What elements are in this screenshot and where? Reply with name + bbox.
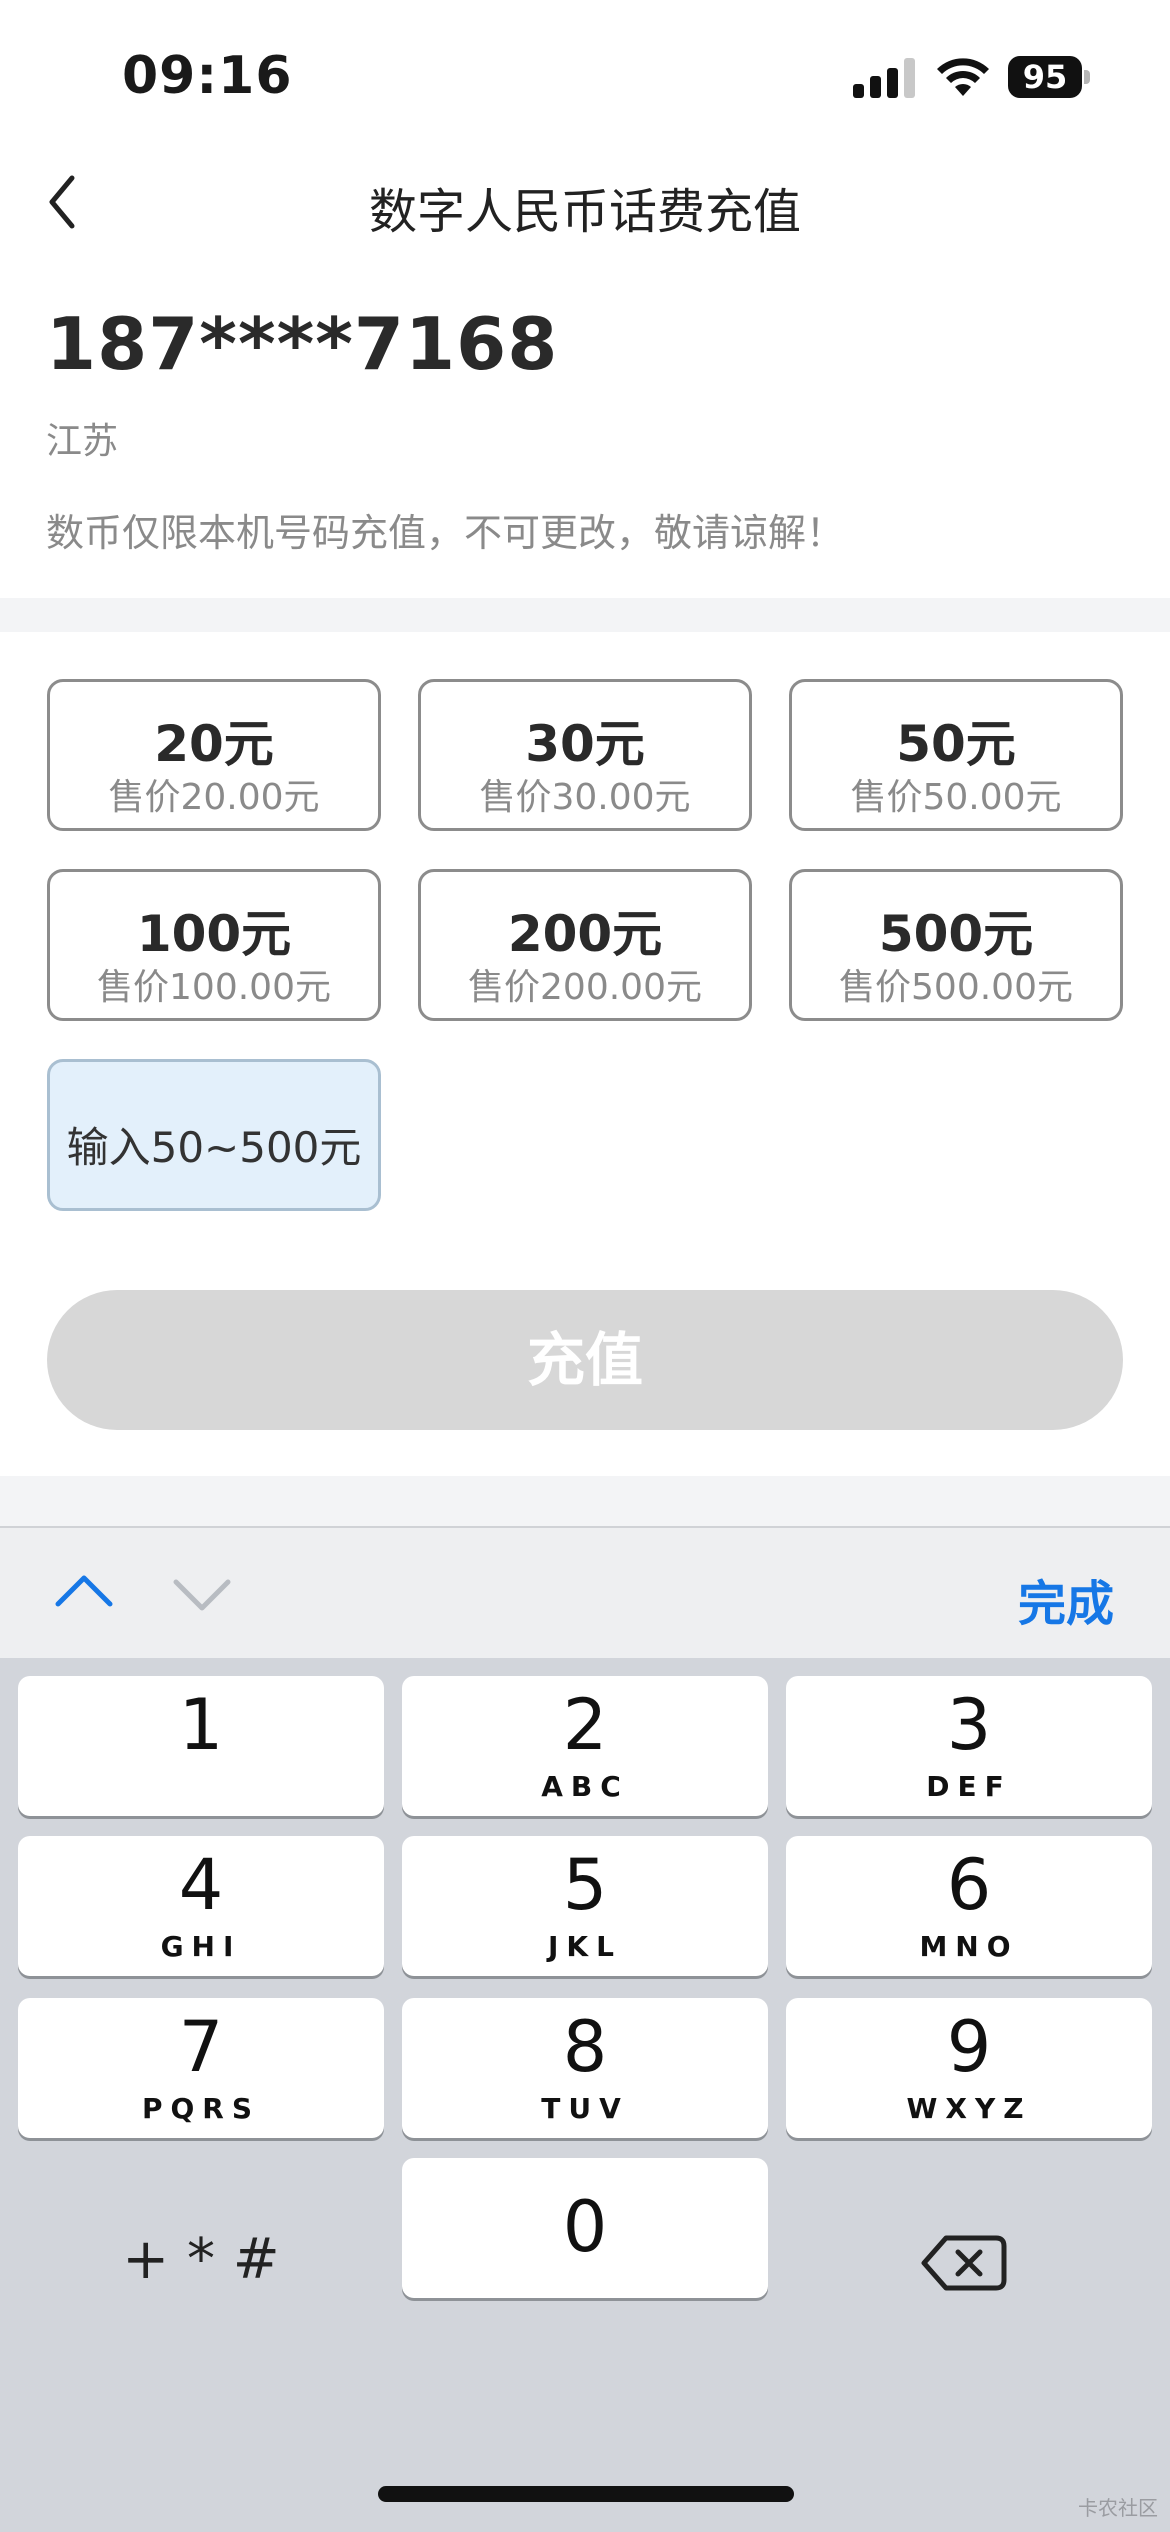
- backspace-icon[interactable]: [786, 2190, 1152, 2330]
- denomination-card-20[interactable]: 20元 售价20.00元: [47, 679, 381, 831]
- denomination-amount: 200元: [507, 905, 663, 963]
- key-letters: WXYZ: [906, 2092, 1032, 2125]
- denomination-price: 售价500.00元: [839, 967, 1073, 1008]
- key-letters: GHI: [160, 1930, 242, 1963]
- symbols-key[interactable]: + * #: [18, 2190, 384, 2330]
- denomination-price: 售价20.00元: [108, 777, 320, 818]
- denomination-amount: 500元: [878, 905, 1034, 963]
- recharge-notice: 数币仅限本机号码充值，不可更改，敬请谅解！: [46, 511, 845, 555]
- denomination-card-100[interactable]: 100元 售价100.00元: [47, 869, 381, 1021]
- cellular-signal-icon: [853, 58, 917, 98]
- key-letters: PQRS: [141, 2092, 261, 2125]
- battery-icon: 95: [1008, 56, 1082, 98]
- key-2[interactable]: 2 ABC: [402, 1676, 768, 1816]
- key-letters: DEF: [926, 1770, 1012, 1803]
- key-6[interactable]: 6 MNO: [786, 1836, 1152, 1976]
- key-number: 2: [562, 1684, 608, 1766]
- denomination-price: 售价50.00元: [850, 777, 1062, 818]
- key-9[interactable]: 9 WXYZ: [786, 1998, 1152, 2138]
- key-number: 3: [946, 1684, 992, 1766]
- done-button[interactable]: 完成: [1018, 1564, 1114, 1634]
- custom-amount-input[interactable]: 输入50~500元: [47, 1059, 381, 1211]
- denomination-price: 售价30.00元: [479, 777, 691, 818]
- denomination-price: 售价100.00元: [97, 967, 331, 1008]
- denomination-amount: 50元: [896, 715, 1016, 773]
- bottom-divider: [0, 1476, 1170, 1526]
- status-time: 09:16: [122, 46, 293, 106]
- key-4[interactable]: 4 GHI: [18, 1836, 384, 1976]
- key-number: 6: [946, 1844, 992, 1926]
- key-letters: ABC: [541, 1770, 629, 1803]
- chevron-down-icon[interactable]: [170, 1570, 234, 1618]
- key-number: 8: [562, 2006, 608, 2088]
- denomination-card-30[interactable]: 30元 售价30.00元: [418, 679, 752, 831]
- denomination-price: 售价200.00元: [468, 967, 702, 1008]
- phone-region: 江苏: [46, 421, 119, 462]
- key-1[interactable]: 1: [18, 1676, 384, 1816]
- denomination-amount: 30元: [525, 715, 645, 773]
- key-letters: JKL: [548, 1930, 622, 1963]
- battery-tip: [1084, 70, 1090, 84]
- numeric-keyboard: 1 2 ABC 3 DEF 4 GHI 5 JKL 6 MNO 7 PQRS 8…: [0, 1658, 1170, 2532]
- denomination-card-500[interactable]: 500元 售价500.00元: [789, 869, 1123, 1021]
- key-7[interactable]: 7 PQRS: [18, 1998, 384, 2138]
- denomination-card-50[interactable]: 50元 售价50.00元: [789, 679, 1123, 831]
- key-3[interactable]: 3 DEF: [786, 1676, 1152, 1816]
- recharge-button[interactable]: 充值: [47, 1290, 1123, 1430]
- chevron-up-icon[interactable]: [52, 1566, 116, 1614]
- denomination-card-200[interactable]: 200元 售价200.00元: [418, 869, 752, 1021]
- key-number: 7: [178, 2006, 224, 2088]
- key-number: 1: [178, 1684, 224, 1766]
- key-letters: TUV: [541, 2092, 629, 2125]
- keyboard-toolbar: 完成: [0, 1526, 1170, 1658]
- denomination-amount: 20元: [154, 715, 274, 773]
- key-letters: MNO: [919, 1930, 1019, 1963]
- phone-number: 187****7168: [46, 302, 559, 386]
- key-number: 4: [178, 1844, 224, 1926]
- watermark: 卡农社区: [1078, 2496, 1158, 2520]
- denomination-amount: 100元: [136, 905, 292, 963]
- key-number: 0: [562, 2186, 608, 2268]
- key-number: 9: [946, 2006, 992, 2088]
- key-number: 5: [562, 1844, 608, 1926]
- home-indicator: [378, 2486, 794, 2502]
- custom-amount-placeholder: 输入50~500元: [66, 1123, 362, 1172]
- key-8[interactable]: 8 TUV: [402, 1998, 768, 2138]
- status-bar: 09:16 95: [0, 0, 1170, 150]
- key-0[interactable]: 0: [402, 2158, 768, 2298]
- section-divider: [0, 598, 1170, 632]
- wifi-icon: [937, 58, 989, 96]
- key-5[interactable]: 5 JKL: [402, 1836, 768, 1976]
- page-title: 数字人民币话费充值: [368, 184, 801, 240]
